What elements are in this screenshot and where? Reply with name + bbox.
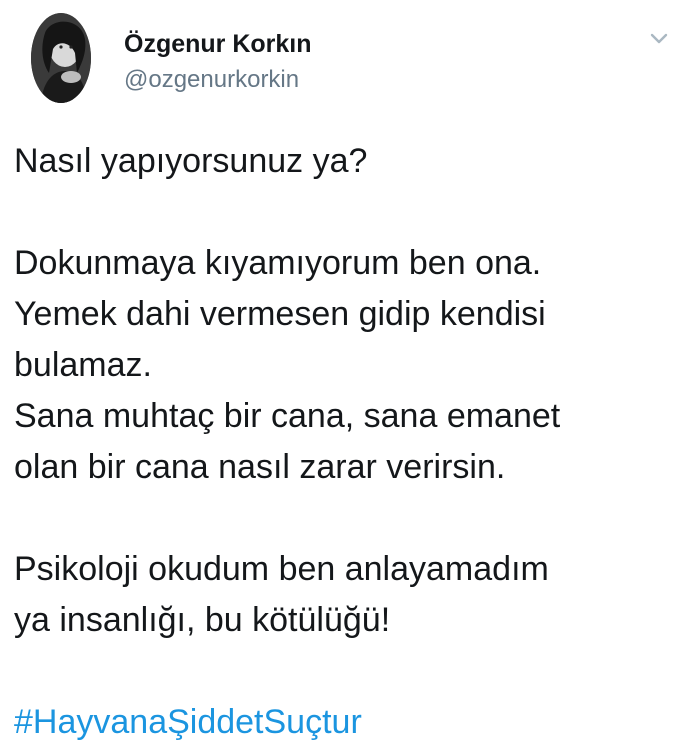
- avatar-photo-icon: [31, 13, 91, 103]
- tweet-text-line: Sana muhtaç bir cana, sana emanet: [14, 397, 561, 435]
- hashtag-line: #HayvanaŞiddetSuçtur: [14, 697, 678, 748]
- tweet-text-line: bulamaz.: [14, 346, 152, 384]
- tweet-text-line: Dokunmaya kıyamıyorum ben ona.: [14, 244, 542, 282]
- chevron-down-icon[interactable]: [646, 26, 672, 52]
- author-display-name[interactable]: Özgenur Korkın: [124, 30, 312, 59]
- tweet-text: Nasıl yapıyorsunuz ya? Dokunmaya kıyamıy…: [14, 136, 678, 748]
- tweet-text-line: Nasıl yapıyorsunuz ya?: [14, 142, 368, 180]
- avatar[interactable]: [31, 13, 91, 103]
- hashtag-link[interactable]: #HayvanaŞiddetSuçtur: [14, 703, 362, 741]
- tweet-text-line: olan bir cana nasıl zarar verirsin.: [14, 448, 506, 486]
- author-handle[interactable]: @ozgenurkorkin: [124, 66, 299, 94]
- tweet-card: Özgenur Korkın @ozgenurkorkin Nasıl yapı…: [0, 0, 690, 742]
- tweet-text-line: Psikoloji okudum ben anlayamadım: [14, 550, 549, 588]
- tweet-header: Özgenur Korkın @ozgenurkorkin: [0, 0, 690, 120]
- tweet-text-line: Yemek dahi vermesen gidip kendisi: [14, 295, 546, 333]
- tweet-text-line: ya insanlığı, bu kötülüğü!: [14, 601, 391, 639]
